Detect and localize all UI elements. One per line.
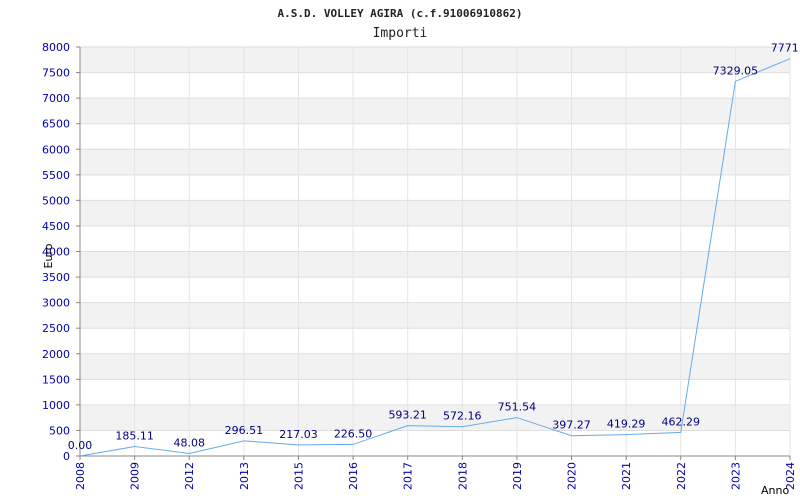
data-label: 419.29 [607, 418, 646, 431]
y-tick-label: 500 [49, 424, 70, 437]
y-tick-label: 4500 [42, 220, 70, 233]
data-label: 0.00 [68, 439, 93, 452]
y-tick-label: 6000 [42, 143, 70, 156]
data-label: 217.03 [279, 428, 318, 441]
grid-band [80, 353, 790, 380]
x-axis-label: Anno [761, 484, 789, 497]
x-tick-label: 2016 [347, 462, 360, 490]
x-tick-label: 2020 [566, 462, 579, 490]
data-label: 48.08 [173, 437, 205, 450]
y-tick-label: 8000 [42, 41, 70, 54]
x-tick-label: 2009 [129, 462, 142, 490]
y-tick-label: 5500 [42, 169, 70, 182]
grid-band [80, 251, 790, 278]
y-tick-label: 7000 [42, 92, 70, 105]
data-label: 593.21 [388, 409, 427, 422]
data-label: 185.11 [115, 430, 154, 443]
y-tick-label: 2000 [42, 348, 70, 361]
data-label: 572.16 [443, 410, 482, 423]
data-label: 462.29 [662, 415, 701, 428]
grid-band [80, 47, 790, 73]
x-tick-label: 2019 [511, 462, 524, 490]
y-tick-label: 1000 [42, 399, 70, 412]
y-tick-label: 5000 [42, 194, 70, 207]
x-tick-label: 2008 [74, 462, 87, 490]
x-tick-label: 2013 [238, 462, 251, 490]
grid-band [80, 302, 790, 329]
x-tick-label: 2017 [402, 462, 415, 490]
y-tick-label: 3000 [42, 297, 70, 310]
x-tick-labels: 2008 2009 2012 2013 2015 2016 2017 2018 2019 2020… [74, 462, 797, 490]
x-tick-label: 2015 [292, 462, 305, 490]
x-tick-label: 2021 [620, 462, 633, 490]
y-axis-label: Euro [42, 243, 55, 268]
y-tick-label: 6500 [42, 118, 70, 131]
data-label: 226.50 [334, 427, 373, 440]
data-label: 296.51 [225, 424, 264, 437]
x-tick-label: 2023 [729, 462, 742, 490]
y-tick-label: 2500 [42, 322, 70, 335]
y-tick-label: 3500 [42, 271, 70, 284]
data-label: 7771.1 [771, 42, 800, 55]
chart-subtitle: Importi [373, 26, 428, 41]
data-label: 397.27 [552, 419, 591, 432]
chart-title: A.S.D. VOLLEY AGIRA (c.f.91006910862) [277, 7, 522, 20]
x-tick-label: 2012 [183, 462, 196, 490]
grid-band [80, 149, 790, 175]
line-chart: A.S.D. VOLLEY AGIRA (c.f.91006910862) Im… [42, 7, 800, 497]
y-tick-label: 7500 [42, 67, 70, 80]
y-tick-label: 1500 [42, 373, 70, 386]
grid-band [80, 98, 790, 124]
x-tick-label: 2018 [456, 462, 469, 490]
plot-bands [80, 47, 790, 431]
data-label: 751.54 [498, 401, 537, 414]
data-label: 7329.05 [713, 64, 759, 77]
x-tick-label: 2022 [675, 462, 688, 490]
grid-band [80, 200, 790, 226]
